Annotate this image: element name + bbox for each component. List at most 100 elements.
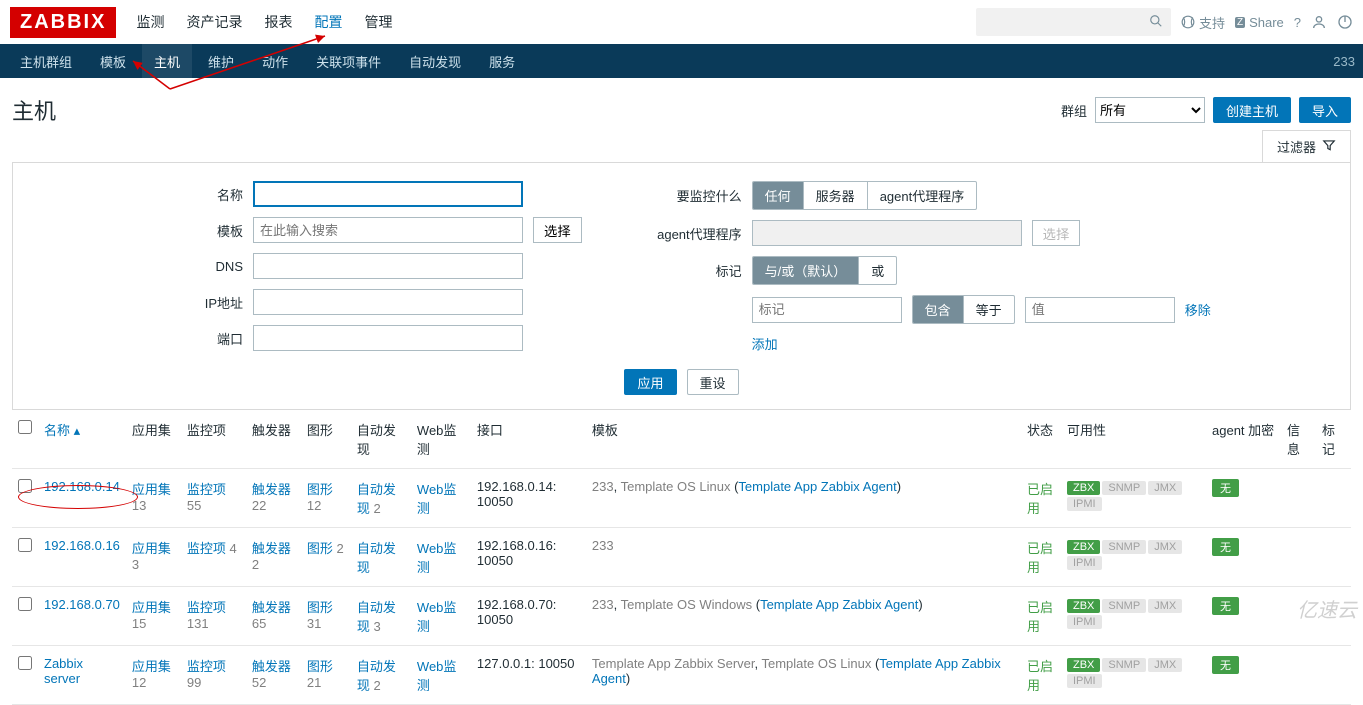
host-name-link[interactable]: Zabbix server <box>44 656 83 686</box>
filter-template-select[interactable]: 选择 <box>533 217 582 243</box>
col-name[interactable]: 名称 ▴ <box>44 423 80 438</box>
web-link[interactable]: Web监测 <box>417 541 457 575</box>
help-icon[interactable]: ? <box>1294 15 1301 30</box>
items-link[interactable]: 监控项 <box>187 541 226 556</box>
col-apps: 应用集 <box>126 410 181 469</box>
items-link[interactable]: 监控项 <box>187 659 226 674</box>
jmx-badge: JMX <box>1148 658 1182 672</box>
share-link[interactable]: Z Share <box>1235 15 1284 30</box>
zbx-badge: ZBX <box>1067 540 1100 554</box>
triggers-link[interactable]: 触发器 <box>252 482 291 497</box>
filter-reset-button[interactable]: 重设 <box>687 369 739 395</box>
monitor-proxy[interactable]: agent代理程序 <box>868 182 977 209</box>
status-link[interactable]: 已启用 <box>1027 482 1053 516</box>
filter-toggle[interactable]: 过滤器 <box>1262 130 1351 162</box>
status-link[interactable]: 已启用 <box>1027 659 1053 693</box>
support-label: 支持 <box>1199 13 1225 32</box>
col-discovery: 自动发现 <box>351 410 411 469</box>
monitor-any[interactable]: 任何 <box>753 182 804 209</box>
annotation-arrow <box>130 34 360 94</box>
host-name-link[interactable]: 192.168.0.16 <box>44 538 120 553</box>
row-checkbox[interactable] <box>18 656 32 670</box>
power-icon[interactable] <box>1337 14 1353 30</box>
tmpl-link[interactable]: Template App Zabbix Agent <box>760 597 918 612</box>
col-tags: 标记 <box>1316 410 1351 469</box>
tag-remove-link[interactable]: 移除 <box>1185 300 1211 319</box>
web-link[interactable]: Web监测 <box>417 659 457 693</box>
tags-or[interactable]: 或 <box>859 257 896 284</box>
items-link[interactable]: 监控项 <box>187 600 226 615</box>
select-all-checkbox[interactable] <box>18 420 32 434</box>
apps-link[interactable]: 应用集 <box>132 541 171 556</box>
items-link[interactable]: 监控项 <box>187 482 226 497</box>
graphs-link[interactable]: 图形 <box>307 541 333 556</box>
import-button[interactable]: 导入 <box>1299 97 1351 123</box>
tmpl-link[interactable]: 233 <box>592 479 614 494</box>
global-search[interactable] <box>976 8 1171 36</box>
topnav-inventory[interactable]: 资产记录 <box>184 8 244 36</box>
tags-and[interactable]: 与/或（默认） <box>753 257 860 284</box>
tag-name-input[interactable] <box>752 297 902 323</box>
status-link[interactable]: 已启用 <box>1027 541 1053 575</box>
encryption-badge: 无 <box>1212 538 1239 556</box>
filter-port-input[interactable] <box>253 325 523 351</box>
apps-link[interactable]: 应用集 <box>132 600 171 615</box>
tmpl-link[interactable]: 233 <box>592 538 614 553</box>
topnav-admin[interactable]: 管理 <box>362 8 394 36</box>
triggers-link[interactable]: 触发器 <box>252 659 291 674</box>
support-link[interactable]: 支持 <box>1181 13 1225 32</box>
graphs-link[interactable]: 图形 <box>307 600 333 615</box>
subnav-hostgroups[interactable]: 主机群组 <box>8 44 84 79</box>
subnav-discovery[interactable]: 自动发现 <box>397 44 473 79</box>
interface-cell: 127.0.0.1: 10050 <box>471 646 586 705</box>
zbx-badge: ZBX <box>1067 658 1100 672</box>
apps-link[interactable]: 应用集 <box>132 482 171 497</box>
graphs-link[interactable]: 图形 <box>307 659 333 674</box>
discovery-link[interactable]: 自动发现 <box>357 541 396 575</box>
col-triggers: 触发器 <box>246 410 301 469</box>
tmpl-link[interactable]: 233 <box>592 597 614 612</box>
search-icon[interactable] <box>1149 14 1163 31</box>
filter-dns-input[interactable] <box>253 253 523 279</box>
topnav-config[interactable]: 配置 <box>312 8 344 36</box>
search-input[interactable] <box>984 15 1149 30</box>
row-checkbox[interactable] <box>18 597 32 611</box>
col-encryption: agent 加密 <box>1206 410 1281 469</box>
zbx-badge: ZBX <box>1067 481 1100 495</box>
topnav-monitor[interactable]: 监测 <box>134 8 166 36</box>
monitor-segment: 任何 服务器 agent代理程序 <box>752 181 978 210</box>
topnav-reports[interactable]: 报表 <box>262 8 294 36</box>
tmpl-link[interactable]: Template OS Linux <box>762 656 872 671</box>
filter-proxy-input <box>752 220 1022 246</box>
tmpl-link[interactable]: Template App Zabbix Server <box>592 656 755 671</box>
monitor-server[interactable]: 服务器 <box>804 182 868 209</box>
filter-ip-input[interactable] <box>253 289 523 315</box>
filter-template-input[interactable] <box>253 217 523 243</box>
create-host-button[interactable]: 创建主机 <box>1213 97 1291 123</box>
availability-cell: ZBXSNMPJMXIPMI <box>1061 587 1206 646</box>
tag-equals[interactable]: 等于 <box>964 296 1014 323</box>
filter-name-input[interactable] <box>253 181 523 207</box>
filter-apply-button[interactable]: 应用 <box>624 369 676 395</box>
apps-link[interactable]: 应用集 <box>132 659 171 674</box>
web-link[interactable]: Web监测 <box>417 482 457 516</box>
tag-contains[interactable]: 包含 <box>913 296 964 323</box>
subnav-services[interactable]: 服务 <box>477 44 527 79</box>
filter-icon <box>1322 138 1336 155</box>
tmpl-link[interactable]: Template OS Windows <box>621 597 753 612</box>
triggers-link[interactable]: 触发器 <box>252 541 291 556</box>
row-checkbox[interactable] <box>18 538 32 552</box>
col-availability: 可用性 <box>1061 410 1206 469</box>
filter-name-label: 名称 <box>173 185 243 204</box>
table-row: 192.168.0.16 应用集 3 监控项 4 触发器 2 图形 2 自动发现… <box>12 528 1351 587</box>
tag-add-link[interactable]: 添加 <box>752 334 778 353</box>
graphs-link[interactable]: 图形 <box>307 482 333 497</box>
user-icon[interactable] <box>1311 14 1327 30</box>
triggers-link[interactable]: 触发器 <box>252 600 291 615</box>
tag-value-input[interactable] <box>1025 297 1175 323</box>
tmpl-link[interactable]: Template OS Linux <box>621 479 731 494</box>
ipmi-badge: IPMI <box>1067 497 1102 511</box>
tmpl-link[interactable]: Template App Zabbix Agent <box>738 479 896 494</box>
host-name-link[interactable]: 192.168.0.70 <box>44 597 120 612</box>
group-select[interactable]: 所有 <box>1095 97 1205 123</box>
